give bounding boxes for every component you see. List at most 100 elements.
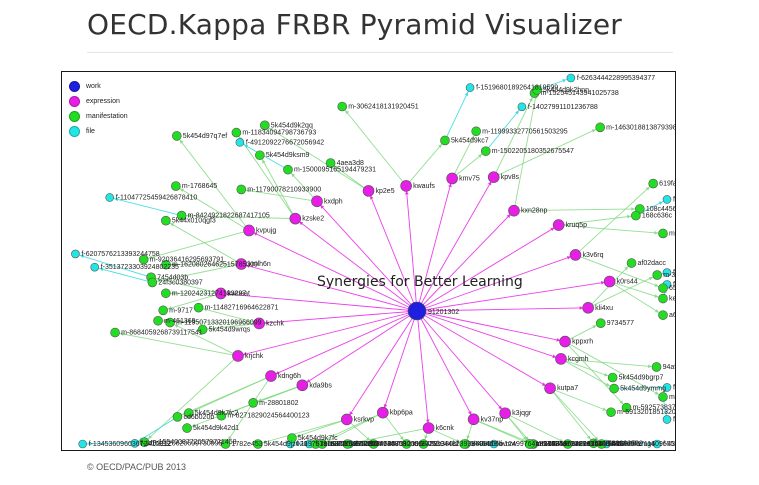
manifestation-node[interactable] [607, 372, 618, 383]
manifestation-node[interactable] [471, 126, 481, 137]
expression-node[interactable] [552, 219, 565, 231]
manifestation-node[interactable] [161, 288, 171, 299]
manifestation-node[interactable] [231, 127, 242, 138]
manifestation-node[interactable] [147, 277, 158, 288]
manifestation-node[interactable] [153, 315, 163, 326]
expression-label: k3jqgr [512, 410, 532, 417]
manifestation-node[interactable] [337, 101, 348, 112]
expression-label: kdng6h [278, 373, 301, 380]
manifestation-node[interactable] [595, 318, 606, 328]
expression-manifestation-edge [405, 140, 446, 187]
manifestation-node[interactable] [158, 305, 168, 316]
manifestation-node[interactable] [652, 270, 663, 280]
manifestation-node[interactable] [658, 310, 668, 320]
manifestation-label: m-3025394482393379511 [413, 441, 495, 448]
file-node[interactable] [566, 73, 576, 83]
expression-node[interactable] [603, 275, 616, 288]
expression-node[interactable] [582, 302, 594, 314]
file-node[interactable] [465, 83, 475, 92]
expression-node[interactable] [508, 204, 520, 217]
manifestation-node[interactable] [171, 181, 181, 191]
expression-label: kzchk [266, 320, 284, 327]
manifestation-node[interactable] [658, 283, 668, 293]
expression-label: kvpujg [256, 227, 276, 234]
file-node[interactable] [517, 102, 527, 112]
expression-node[interactable] [487, 171, 500, 183]
manifestation-node[interactable] [609, 383, 619, 394]
work-expression-edge [382, 310, 418, 413]
manifestation-node[interactable] [248, 398, 258, 408]
expression-manifestation-edge [560, 358, 615, 389]
graph-canvas[interactable]: work expression manifestation file f-112… [61, 71, 676, 451]
manifestation-node[interactable] [658, 392, 668, 402]
file-node[interactable] [90, 262, 99, 272]
expression-label: k3v6rq [582, 252, 603, 259]
manifestation-node[interactable] [193, 302, 204, 313]
expression-node[interactable] [544, 382, 556, 395]
manifestation-node[interactable] [651, 362, 662, 372]
footer-copyright: © OECD/PAC/PUB 2013 [87, 462, 186, 472]
manifestation-node[interactable] [480, 146, 491, 156]
manifestation-node[interactable] [631, 210, 641, 221]
manifestation-node[interactable] [161, 215, 171, 226]
file-node[interactable] [71, 249, 80, 259]
manifestation-node[interactable] [440, 135, 450, 146]
graph-svg[interactable]: f-11244045979727704143f-1090657116096552… [62, 72, 675, 450]
manifestation-label: 5k454d9k42d1 [193, 425, 239, 432]
file-node[interactable] [662, 415, 672, 424]
manifestation-node[interactable] [658, 228, 668, 239]
expression-node[interactable] [265, 370, 277, 382]
manifestation-label: m-11999332770561503295 [482, 128, 568, 135]
legend-item-expression: expression [69, 94, 128, 109]
manifestation-node[interactable] [172, 131, 182, 141]
expression-node[interactable] [446, 172, 458, 185]
work-node[interactable] [407, 301, 427, 321]
file-label: f-11047725459426878410 [116, 194, 198, 201]
manifestation-label: 5k454d9kc7 [451, 137, 489, 144]
legend-swatch [69, 96, 80, 107]
expression-node[interactable] [362, 185, 375, 197]
manifestation-node[interactable] [606, 407, 616, 418]
legend-swatch [69, 111, 80, 122]
expression-node[interactable] [311, 195, 323, 208]
manifestation-label: 5k454d9k7fc [298, 435, 338, 442]
expression-node[interactable] [289, 212, 302, 225]
expression-node[interactable] [232, 350, 244, 362]
manifestation-node[interactable] [283, 164, 293, 175]
work-title-label: Synergies for Better Learning [317, 274, 523, 290]
manifestation-node[interactable] [182, 423, 192, 433]
file-node[interactable] [105, 193, 114, 202]
manifestation-node[interactable] [648, 178, 658, 189]
file-node[interactable] [235, 138, 245, 147]
manifestation-node[interactable] [172, 412, 183, 422]
expression-label: kv37np [481, 416, 504, 423]
manifestation-label: m-15540087726579721458 [150, 439, 236, 446]
expression-node[interactable] [569, 249, 582, 261]
file-label: f-6263444228995394377 [577, 75, 655, 82]
expression-node[interactable] [559, 335, 571, 348]
expression-label: kutpa7 [557, 385, 578, 392]
manifestation-label: 5k454d9k2qq [271, 122, 313, 129]
expression-node[interactable] [296, 379, 309, 392]
expression-node[interactable] [377, 406, 389, 419]
expression-node[interactable] [340, 413, 353, 426]
manifestation-node[interactable] [236, 184, 247, 195]
expression-node[interactable] [555, 353, 567, 365]
file-node[interactable] [662, 195, 672, 204]
expression-node[interactable] [400, 180, 412, 192]
manifestation-node[interactable] [658, 293, 668, 304]
manifestation-node[interactable] [259, 120, 270, 131]
legend-label: expression [86, 98, 120, 105]
file-node[interactable] [78, 439, 87, 449]
manifestation-node[interactable] [255, 150, 265, 161]
manifestation-node[interactable] [110, 327, 120, 338]
expression-node[interactable] [467, 413, 480, 426]
manifestation-node[interactable] [626, 258, 637, 268]
title-divider [87, 52, 673, 53]
work-expression-edge [416, 310, 430, 429]
legend-label: file [86, 128, 95, 135]
expression-node[interactable] [422, 422, 435, 434]
manifestation-node[interactable] [595, 122, 605, 133]
manifestation-label: m-9717 [169, 307, 193, 314]
expression-node[interactable] [243, 224, 255, 237]
